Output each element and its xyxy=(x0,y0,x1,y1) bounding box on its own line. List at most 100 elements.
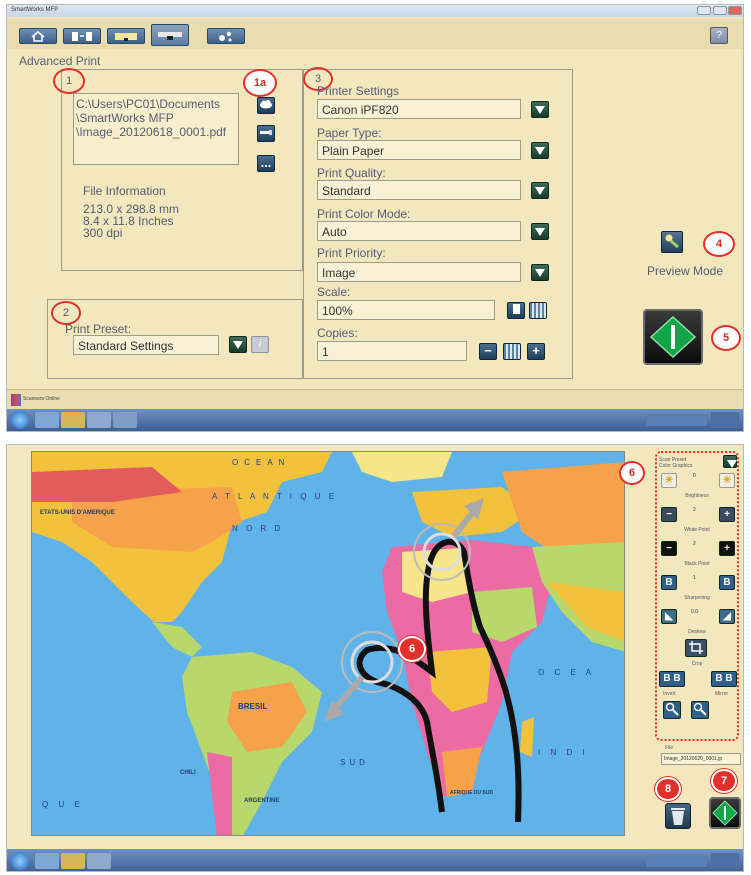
copies-increment-button[interactable]: + xyxy=(527,343,545,360)
callout-7: 7 xyxy=(711,769,737,793)
print-priority-label: Print Priority: xyxy=(317,246,386,260)
copy-tab[interactable] xyxy=(63,28,101,44)
map-label-argentine: ARGENTINE xyxy=(244,798,280,804)
file-path-line-3: \Image_20120618_0001.pdf xyxy=(76,125,227,139)
close-button[interactable] xyxy=(728,6,742,15)
print-quality-dropdown[interactable] xyxy=(531,182,549,199)
deskew-right-button[interactable]: ◢ xyxy=(719,609,735,624)
sharpening-down-button[interactable]: B xyxy=(661,575,677,590)
start-scan-button[interactable] xyxy=(709,797,741,829)
toolbar: ? xyxy=(7,19,743,49)
folder-taskbar-icon[interactable] xyxy=(61,412,85,428)
usb-source-button[interactable] xyxy=(257,125,275,142)
print-priority-field[interactable]: Image xyxy=(317,262,521,282)
browse-button[interactable]: ... xyxy=(257,155,275,172)
callout-6-panel: 6 xyxy=(619,461,645,485)
preview-mode-button[interactable] xyxy=(661,231,683,253)
taskbar xyxy=(7,409,743,431)
mirror-button[interactable]: B B xyxy=(711,671,737,687)
brightness-value: 0 xyxy=(693,473,696,479)
start-icon xyxy=(712,800,738,826)
color-mode-dropdown[interactable] xyxy=(531,223,549,240)
app-status-strip: Scanners Online xyxy=(7,389,743,409)
black-point-up-button[interactable]: + xyxy=(719,541,735,556)
print-quality-field[interactable]: Standard xyxy=(317,180,521,200)
tool-taskbar-icon[interactable] xyxy=(113,412,137,428)
home-tab[interactable] xyxy=(19,28,57,44)
copies-decrement-button[interactable]: − xyxy=(479,343,497,360)
print-preset-field[interactable]: Standard Settings xyxy=(73,335,219,355)
file-path-line-2: \SmartWorks MFP xyxy=(76,111,174,125)
zoom-out-button[interactable] xyxy=(691,701,709,719)
start-orb-icon[interactable] xyxy=(11,411,29,429)
app-taskbar-icon[interactable] xyxy=(87,853,111,869)
scan-tab[interactable] xyxy=(107,28,145,44)
app-taskbar-icon[interactable] xyxy=(87,412,111,428)
cloud-source-button[interactable] xyxy=(257,97,275,114)
section-title: Advanced Print xyxy=(19,54,101,68)
clock xyxy=(711,853,739,869)
white-point-up-button[interactable]: + xyxy=(719,507,735,522)
ie-taskbar-icon[interactable] xyxy=(35,412,59,428)
preset-info-button[interactable]: i xyxy=(251,336,269,353)
map-label-usa: ETATS-UNIS D'AMERIQUE xyxy=(40,510,115,516)
discard-button[interactable] xyxy=(665,803,691,829)
invert-button[interactable]: B B xyxy=(659,671,685,687)
black-point-down-button[interactable]: − xyxy=(661,541,677,556)
start-print-button[interactable] xyxy=(643,309,703,365)
crop-label: Crop xyxy=(691,661,703,667)
white-point-value: 2 xyxy=(693,507,696,513)
copies-field[interactable]: 1 xyxy=(317,341,467,361)
deskew-left-button[interactable]: ◣ xyxy=(661,609,677,624)
page-icon xyxy=(513,304,520,314)
file-name-field[interactable]: Image_20120620_0001.jp xyxy=(661,753,741,765)
maximize-button[interactable] xyxy=(713,6,727,15)
folder-taskbar-icon[interactable] xyxy=(61,853,85,869)
scale-field[interactable]: 100% xyxy=(317,300,495,320)
zoom-in-button[interactable] xyxy=(663,701,681,719)
scan-preview-window: OCEAN A T L A N T I Q U E N O R D ETATS-… xyxy=(6,444,744,872)
trash-icon xyxy=(671,808,685,825)
print-preset-dropdown[interactable] xyxy=(229,336,247,353)
deskew-value: 0.0 xyxy=(691,609,698,615)
start-orb-icon[interactable] xyxy=(11,852,29,870)
sharpening-up-button[interactable]: B xyxy=(719,575,735,590)
scan-preview-map[interactable]: OCEAN A T L A N T I Q U E N O R D ETATS-… xyxy=(31,451,625,836)
scale-fit-button[interactable] xyxy=(507,302,525,319)
help-button[interactable]: ? xyxy=(710,27,728,44)
color-mode-field[interactable]: Auto xyxy=(317,221,521,241)
paper-type-field[interactable]: Plain Paper xyxy=(317,140,521,160)
file-info-dpi: 300 dpi xyxy=(83,226,123,240)
scale-grid-button[interactable] xyxy=(529,302,547,319)
crop-icon xyxy=(689,641,703,654)
printer-dropdown[interactable] xyxy=(531,101,549,118)
file-label: File xyxy=(665,745,674,751)
print-priority-dropdown[interactable] xyxy=(531,264,549,281)
black-point-value: 2 xyxy=(693,541,696,547)
mirror-label: Mirror xyxy=(715,691,729,697)
scan-preset-dropdown[interactable] xyxy=(723,455,737,468)
paper-type-dropdown[interactable] xyxy=(531,142,549,159)
advanced-print-window: SmartWorks MFP ? Advanced Print 1 C:\Use… xyxy=(6,4,744,432)
taskbar xyxy=(7,849,743,871)
map-label-ocea: O C E A xyxy=(538,668,595,677)
print-tab[interactable] xyxy=(151,24,189,46)
crop-button[interactable] xyxy=(685,639,707,657)
black-point-label: Black Point xyxy=(684,561,710,567)
copies-keypad-button[interactable] xyxy=(503,343,521,360)
share-tab[interactable] xyxy=(207,28,245,44)
printer-field[interactable]: Canon iPF820 xyxy=(317,99,521,119)
callout-8: 8 xyxy=(655,777,681,801)
invert-label: Invert xyxy=(663,691,676,697)
white-point-down-button[interactable]: − xyxy=(661,507,677,522)
brightness-down-button[interactable]: ☀ xyxy=(661,473,677,488)
ie-taskbar-icon[interactable] xyxy=(35,853,59,869)
magnifier-minus-icon xyxy=(693,702,707,716)
start-icon xyxy=(649,315,697,359)
minimize-button[interactable] xyxy=(697,6,711,15)
sharpening-label: Sharpening xyxy=(684,595,710,601)
scanner-icon xyxy=(115,33,137,41)
scale-label: Scale: xyxy=(317,285,351,299)
house-icon xyxy=(31,31,45,42)
brightness-up-button[interactable]: ☀ xyxy=(719,473,735,488)
